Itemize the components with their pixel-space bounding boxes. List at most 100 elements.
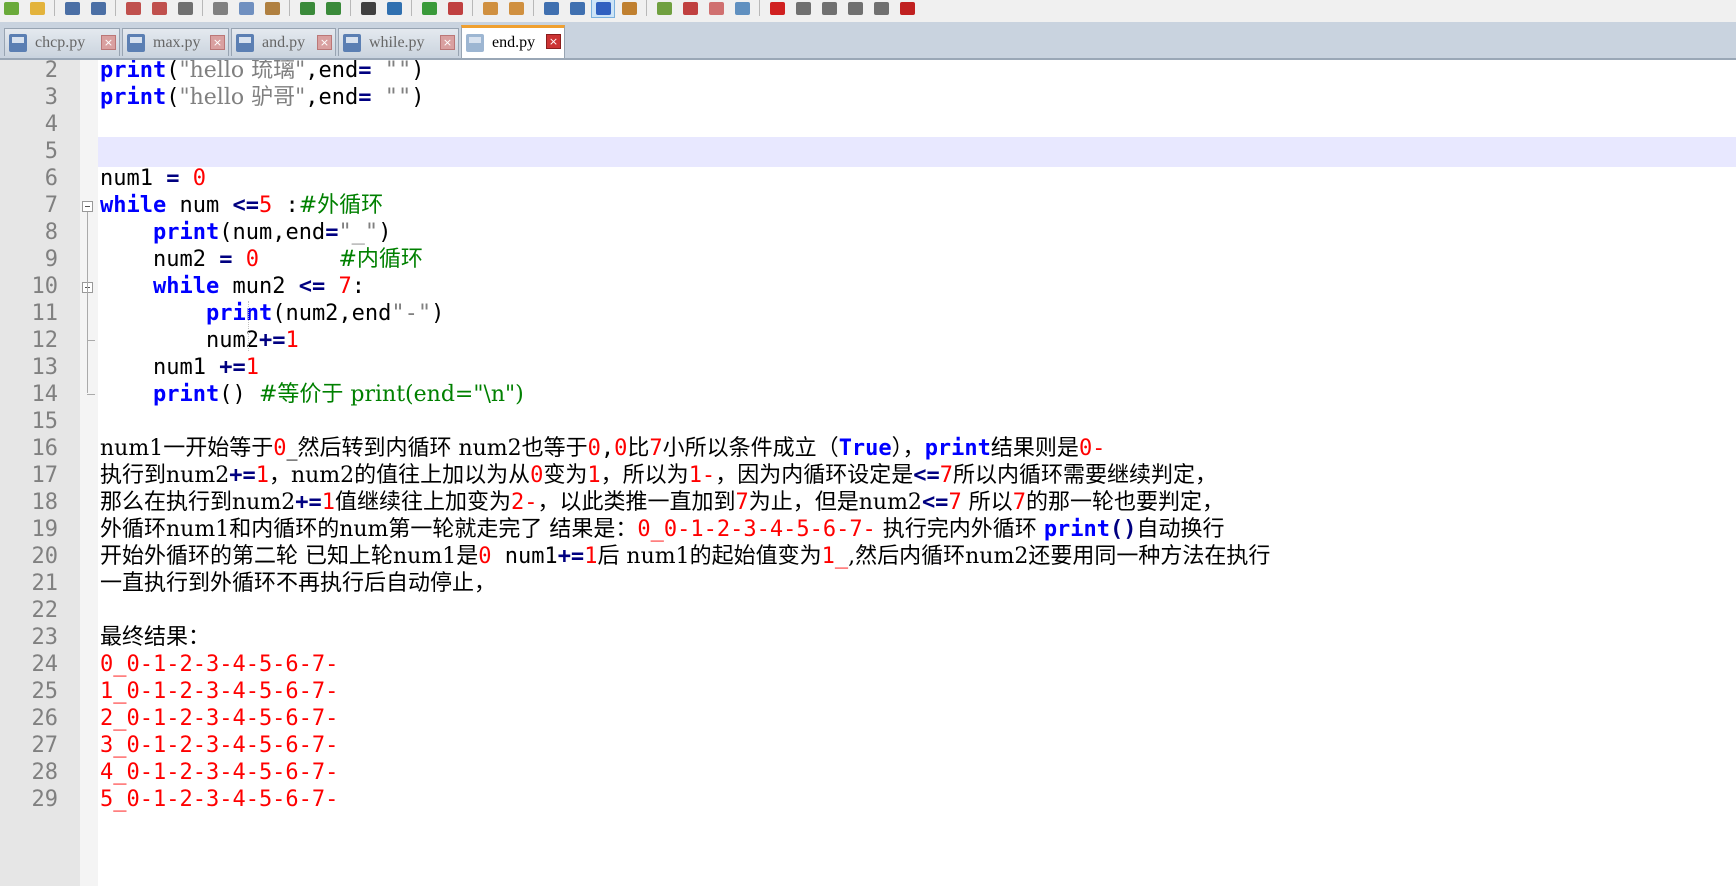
code-line[interactable]: 2_0-1-2-3-4-5-6-7-	[98, 704, 1736, 734]
code-token-num: 1	[587, 463, 601, 488]
code-line[interactable]: 5_0-1-2-3-4-5-6-7-	[98, 785, 1736, 815]
redo-button[interactable]	[322, 0, 344, 17]
line-number: 10	[31, 274, 59, 299]
function-list-button[interactable]	[679, 0, 701, 17]
code-line[interactable]: 3_0-1-2-3-4-5-6-7-	[98, 731, 1736, 761]
code-line[interactable]: num1一开始等于0_然后转到内循环 num2也等于0,0比7小所以条件成立（T…	[98, 434, 1736, 464]
code-token-num: 0_0-1-2-3-4-5-6-7-	[100, 652, 339, 677]
code-line[interactable]	[98, 407, 1736, 437]
replace-button[interactable]	[383, 0, 405, 17]
new-file-icon	[3, 2, 19, 15]
code-line[interactable]: num1 +=1	[98, 353, 1736, 383]
code-line[interactable]: while mun2 <= 7:	[98, 272, 1736, 302]
zoom-in-button[interactable]	[418, 0, 440, 17]
cut-button[interactable]	[209, 0, 231, 17]
code-token-num: 1_0-1-2-3-4-5-6-7-	[100, 679, 339, 704]
close-button[interactable]	[122, 0, 144, 17]
code-line[interactable]: 那么在执行到num2+=1值继续往上加变为2-，以此类推一直加到7为止，但是nu…	[98, 488, 1736, 518]
code-line[interactable]: print(num2,end"-")	[98, 299, 1736, 329]
code-token-tx: )	[378, 220, 392, 245]
folder-workspace-button[interactable]	[705, 0, 727, 17]
print-button[interactable]	[174, 0, 196, 17]
tab-close-icon[interactable]: ×	[317, 35, 332, 50]
code-editor[interactable]: 2 3 4 5 6 7 8 9 10 11 12 13 14 15 16 17 18 19 20 21 22 23 24 25…	[0, 60, 1736, 886]
code-token-tx: 一直执行到外循环不再执行后自动停止，	[100, 571, 497, 596]
line-number: 4	[44, 112, 58, 137]
undo-button[interactable]	[296, 0, 318, 17]
code-token-tx: (	[166, 60, 180, 83]
tab-end-py[interactable]: end.py ×	[461, 25, 565, 58]
code-line[interactable]: while num <=5 :#外循环	[98, 191, 1736, 221]
record-macro-button[interactable]	[766, 0, 788, 17]
code-area[interactable]: print("hello 琉璃",end= "") print("hello 驴哥…	[98, 60, 1736, 886]
tab-while-py[interactable]: while.py ×	[338, 28, 459, 56]
code-line[interactable]: 执行到num2+=1，num2的值往上加以为从0变为1，所以为1-，因为内循环设…	[98, 461, 1736, 491]
code-line[interactable]: num2+=1	[98, 326, 1736, 356]
code-line[interactable]: num1 = 0	[98, 164, 1736, 194]
code-token-num: 7	[338, 274, 352, 299]
fold-toggle-icon[interactable]	[82, 201, 93, 212]
code-line[interactable]: print(num,end="_")	[98, 218, 1736, 248]
code-line[interactable]: 开始外循环的第二轮 已知上轮num1是0 num1+=1后 num1的起始值变为…	[98, 542, 1736, 572]
sync-horizontal-icon	[508, 2, 524, 15]
tab-close-icon[interactable]: ×	[101, 35, 116, 50]
code-line[interactable]	[98, 596, 1736, 626]
fold-margin[interactable]	[80, 60, 98, 886]
sync-horizontal-button[interactable]	[505, 0, 527, 17]
find-button[interactable]	[357, 0, 379, 17]
code-line[interactable]: print() #等价于 print(end="\n")	[98, 380, 1736, 410]
code-token-kw: while	[100, 193, 167, 218]
save-macro-button[interactable]	[870, 0, 892, 17]
code-line[interactable]: 一直执行到外循环不再执行后自动停止，	[98, 569, 1736, 599]
stop-macro-button[interactable]	[792, 0, 814, 17]
tab-max-py[interactable]: max.py ×	[122, 28, 229, 56]
word-wrap-button[interactable]	[540, 0, 562, 17]
code-line[interactable]: 最终结果：	[98, 623, 1736, 653]
tab-close-icon[interactable]: ×	[210, 35, 225, 50]
language-button[interactable]	[618, 0, 640, 17]
tab-chcp-py[interactable]: chcp.py ×	[4, 28, 120, 56]
sync-vertical-button[interactable]	[479, 0, 501, 17]
code-line[interactable]: 1_0-1-2-3-4-5-6-7-	[98, 677, 1736, 707]
paste-button[interactable]	[261, 0, 283, 17]
code-token-tx: 的那一轮也要判定，	[1025, 490, 1224, 515]
save-button[interactable]	[61, 0, 83, 17]
play-macro-button[interactable]	[818, 0, 840, 17]
code-token-tx: 自动换行	[1136, 517, 1225, 542]
language-icon	[621, 2, 637, 15]
tab-and-py[interactable]: and.py ×	[231, 28, 336, 56]
code-token-tx: ,end	[305, 85, 359, 110]
new-file-button[interactable]	[0, 0, 22, 17]
code-line[interactable]: 外循环num1和内循环的num第一轮就走完了 结果是：0_0-1-2-3-4-5…	[98, 515, 1736, 545]
copy-button[interactable]	[235, 0, 257, 17]
show-all-chars-button[interactable]	[566, 0, 588, 17]
code-line[interactable]	[98, 110, 1736, 140]
cut-icon	[212, 2, 228, 15]
zoom-out-button[interactable]	[444, 0, 466, 17]
monitor-button[interactable]	[731, 0, 753, 17]
tab-label: while.py	[369, 33, 425, 51]
code-line[interactable]	[98, 137, 1736, 167]
close-all-button[interactable]	[148, 0, 170, 17]
indent-guide-button[interactable]	[591, 0, 615, 18]
doc-map-icon	[656, 2, 672, 15]
open-folder-button[interactable]	[26, 0, 48, 17]
code-line[interactable]: num2 = 0 #内循环	[98, 245, 1736, 275]
fold-end-marker	[87, 394, 95, 395]
save-all-button[interactable]	[87, 0, 109, 17]
code-token-num: 7	[735, 490, 749, 515]
code-token-tx	[371, 85, 384, 110]
spell-check-button[interactable]	[896, 0, 918, 17]
code-token-op: +=	[229, 463, 256, 488]
code-token-tx: (num,end	[219, 220, 326, 245]
code-token-tx: ，以此类推一直加到	[537, 490, 736, 515]
run-macro-multiple-button[interactable]	[844, 0, 866, 17]
doc-map-button[interactable]	[653, 0, 675, 17]
code-token-tx: num2	[100, 247, 220, 272]
code-line[interactable]: print("hello 驴哥",end= "")	[98, 83, 1736, 113]
tab-close-icon[interactable]: ×	[440, 35, 455, 50]
code-line[interactable]: 0_0-1-2-3-4-5-6-7-	[98, 650, 1736, 680]
code-line[interactable]: 4_0-1-2-3-4-5-6-7-	[98, 758, 1736, 788]
code-token-str: "-"	[391, 301, 432, 326]
tab-close-icon[interactable]: ×	[546, 34, 561, 49]
